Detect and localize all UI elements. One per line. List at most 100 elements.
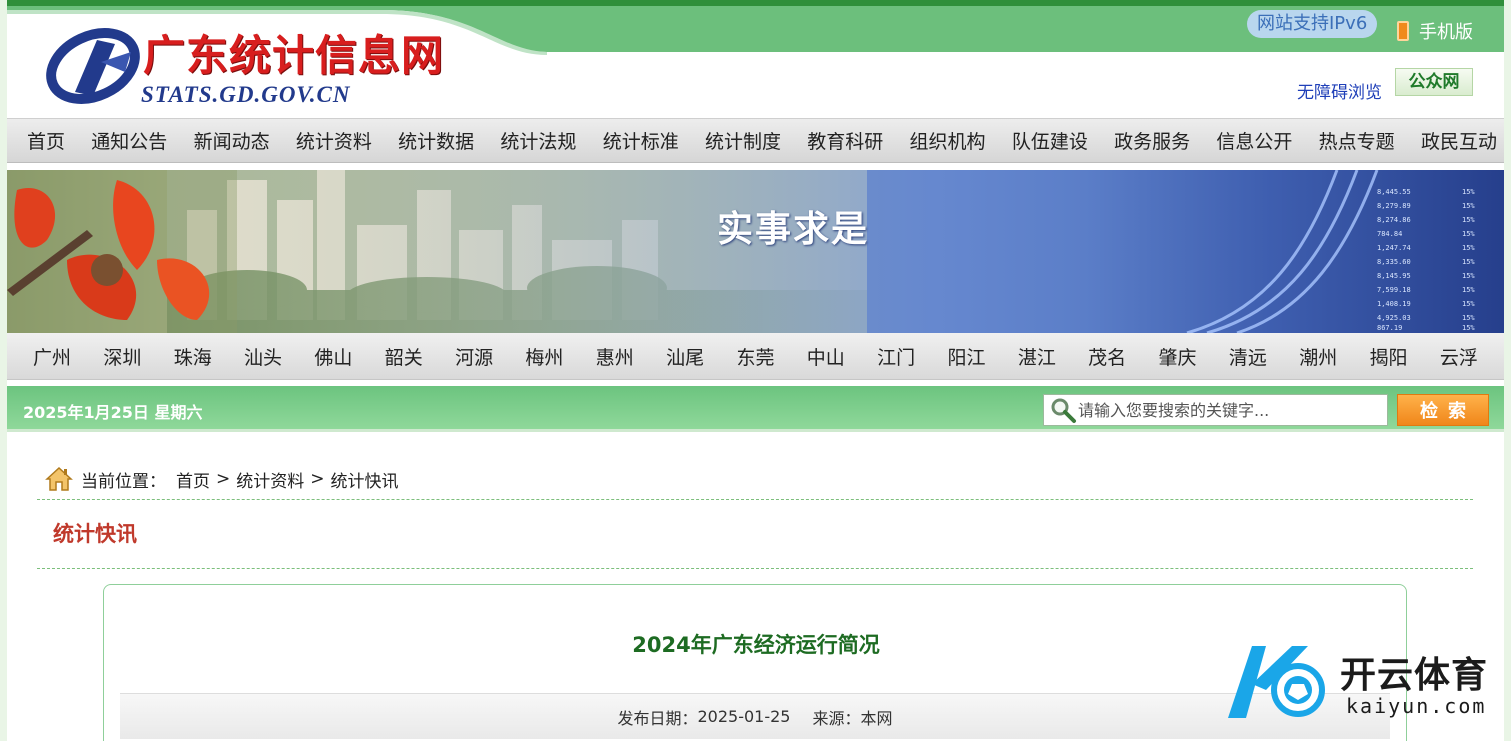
breadcrumb-stat-materials[interactable]: 统计资料 xyxy=(236,467,304,492)
city-item-zhongshan[interactable]: 中山 xyxy=(807,343,845,370)
chart-percent-6: 15% xyxy=(1462,272,1475,280)
city-item-shanwei[interactable]: 汕尾 xyxy=(666,343,704,370)
chart-number-10: 867.19 xyxy=(1377,324,1402,332)
publish-date-label: 发布日期： xyxy=(617,708,698,728)
nav-item-news[interactable]: 新闻动态 xyxy=(194,127,270,154)
site-logo[interactable]: 广东统计信息网 STATS.GD.GOV.CN xyxy=(45,20,465,112)
chart-number-2: 8,274.86 xyxy=(1377,216,1411,224)
chart-number-3: 784.84 xyxy=(1377,230,1402,238)
site-header: 广东统计信息网 STATS.GD.GOV.CN 网站支持IPv6 手机版 无障碍… xyxy=(7,0,1504,118)
chart-percent-8: 15% xyxy=(1462,300,1475,308)
city-item-shantou[interactable]: 汕头 xyxy=(244,343,282,370)
nav-item-stat-data[interactable]: 统计数据 xyxy=(398,127,474,154)
city-item-yangjiang[interactable]: 阳江 xyxy=(947,343,985,370)
city-item-zhuhai[interactable]: 珠海 xyxy=(174,343,212,370)
banner-slogan: 实事求是 xyxy=(717,208,870,250)
nav-item-team[interactable]: 队伍建设 xyxy=(1012,127,1088,154)
banner-kapok-flower-image xyxy=(7,170,237,333)
public-net-badge[interactable]: 公众网 xyxy=(1395,68,1473,96)
article-meta: 发布日期： 2025-01-25 来源： 本网 xyxy=(120,693,1390,739)
watermark-url: kaiyun.com xyxy=(1346,694,1487,718)
city-item-guangzhou[interactable]: 广州 xyxy=(33,343,71,370)
nav-item-stat-laws[interactable]: 统计法规 xyxy=(500,127,576,154)
mobile-version-link[interactable]: 手机版 xyxy=(1397,18,1473,44)
kaiyun-logo-icon xyxy=(1228,646,1325,718)
city-item-chaozhou[interactable]: 潮州 xyxy=(1299,343,1337,370)
city-item-foshan[interactable]: 佛山 xyxy=(314,343,352,370)
city-nav: 广州 深圳 珠海 汕头 佛山 韶关 河源 梅州 惠州 汕尾 东莞 中山 江门 阳… xyxy=(7,333,1504,380)
nav-item-stat-materials[interactable]: 统计资料 xyxy=(296,127,372,154)
chart-percent-4: 15% xyxy=(1462,244,1475,252)
divider-bottom xyxy=(37,568,1473,569)
section-title: 统计快讯 xyxy=(53,522,137,546)
source-label: 来源： xyxy=(812,708,861,728)
chart-number-0: 8,445.55 xyxy=(1377,188,1411,196)
breadcrumb-separator: > xyxy=(310,469,325,489)
city-item-meizhou[interactable]: 梅州 xyxy=(525,343,563,370)
city-item-heyuan[interactable]: 河源 xyxy=(455,343,493,370)
chart-percent-9: 15% xyxy=(1462,314,1475,322)
search-box xyxy=(1043,394,1388,426)
nav-item-notices[interactable]: 通知公告 xyxy=(91,127,167,154)
ipv6-badge: 网站支持IPv6 xyxy=(1247,10,1378,38)
chart-percent-1: 15% xyxy=(1462,202,1475,210)
mobile-version-label: 手机版 xyxy=(1419,22,1473,43)
city-item-zhaoqing[interactable]: 肇庆 xyxy=(1159,343,1197,370)
city-item-yunfu[interactable]: 云浮 xyxy=(1440,343,1478,370)
article-title: 2024年广东经济运行简况 xyxy=(632,633,880,657)
city-item-huizhou[interactable]: 惠州 xyxy=(596,343,634,370)
nav-item-home[interactable]: 首页 xyxy=(27,127,65,154)
chart-percent-7: 15% xyxy=(1462,286,1475,294)
kaiyun-watermark: 开云体育 kaiyun.com xyxy=(1222,640,1502,724)
search-input[interactable] xyxy=(1078,400,1378,420)
nav-item-stat-system[interactable]: 统计制度 xyxy=(705,127,781,154)
chart-percent-0: 15% xyxy=(1462,188,1475,196)
chart-number-6: 8,145.95 xyxy=(1377,272,1411,280)
nav-item-organization[interactable]: 组织机构 xyxy=(910,127,986,154)
nav-item-hot-topics[interactable]: 热点专题 xyxy=(1319,127,1395,154)
logo-emblem-icon xyxy=(46,28,140,104)
chart-number-9: 4,925.03 xyxy=(1377,314,1411,322)
accessible-browse-link[interactable]: 无障碍浏览 xyxy=(1297,78,1382,103)
breadcrumb-home[interactable]: 首页 xyxy=(176,467,210,492)
city-item-maoming[interactable]: 茂名 xyxy=(1088,343,1126,370)
nav-item-education[interactable]: 教育科研 xyxy=(807,127,883,154)
nav-item-stat-standards[interactable]: 统计标准 xyxy=(603,127,679,154)
page: 广东统计信息网 STATS.GD.GOV.CN 网站支持IPv6 手机版 无障碍… xyxy=(0,0,1511,741)
city-item-zhanjiang[interactable]: 湛江 xyxy=(1018,343,1056,370)
city-item-dongguan[interactable]: 东莞 xyxy=(736,343,774,370)
city-item-jieyang[interactable]: 揭阳 xyxy=(1370,343,1408,370)
chart-percent-10: 15% xyxy=(1462,324,1475,332)
nav-item-interaction[interactable]: 政民互动 xyxy=(1421,127,1497,154)
header-top-line xyxy=(7,0,1504,6)
chart-percent-2: 15% xyxy=(1462,216,1475,224)
site-title: 广东统计信息网 xyxy=(143,31,445,80)
nav-item-info-disclosure[interactable]: 信息公开 xyxy=(1216,127,1292,154)
city-item-qingyuan[interactable]: 清远 xyxy=(1229,343,1267,370)
main-nav: 首页 通知公告 新闻动态 统计资料 统计数据 统计法规 统计标准 统计制度 教育… xyxy=(7,118,1504,163)
nav-item-gov-services[interactable]: 政务服务 xyxy=(1114,127,1190,154)
search-bar: 2025年1月25日 星期六 检索 xyxy=(7,386,1504,432)
chart-number-5: 8,335.60 xyxy=(1377,258,1411,266)
city-item-shenzhen[interactable]: 深圳 xyxy=(103,343,141,370)
chart-number-7: 7,599.18 xyxy=(1377,286,1411,294)
city-item-shaoguan[interactable]: 韶关 xyxy=(385,343,423,370)
breadcrumb-stat-flash[interactable]: 统计快讯 xyxy=(331,467,399,492)
city-item-jiangmen[interactable]: 江门 xyxy=(877,343,915,370)
chart-number-4: 1,247.74 xyxy=(1377,244,1411,252)
phone-icon xyxy=(1397,21,1409,41)
breadcrumb-separator: > xyxy=(216,469,231,489)
chart-percent-5: 15% xyxy=(1462,258,1475,266)
breadcrumb-label: 当前位置： xyxy=(81,471,166,492)
breadcrumb: 当前位置： 首页 > 统计资料 > 统计快讯 xyxy=(45,466,399,492)
home-icon xyxy=(45,466,73,491)
source-value: 本网 xyxy=(860,708,893,728)
chart-number-8: 1,408.19 xyxy=(1377,300,1411,308)
page-frame: 广东统计信息网 STATS.GD.GOV.CN 网站支持IPv6 手机版 无障碍… xyxy=(7,0,1504,741)
publish-date-value: 2025-01-25 xyxy=(697,707,791,726)
watermark-name: 开云体育 xyxy=(1340,655,1489,696)
search-icon xyxy=(1051,398,1076,423)
article-card: 2024年广东经济运行简况 发布日期： 2025-01-25 来源： 本网 xyxy=(103,584,1407,741)
search-button[interactable]: 检索 xyxy=(1397,394,1489,426)
current-date: 2025年1月25日 星期六 xyxy=(23,403,203,422)
